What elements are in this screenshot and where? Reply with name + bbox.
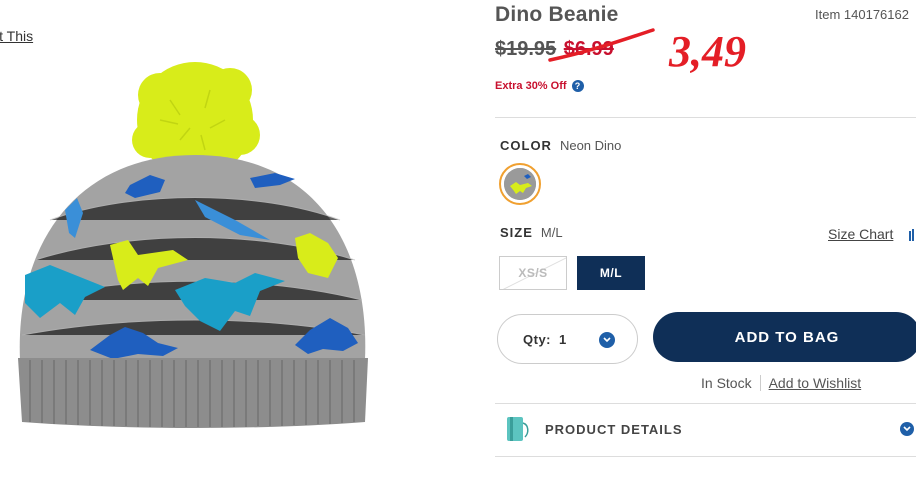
add-to-wishlist-link[interactable]: Add to Wishlist xyxy=(769,375,862,391)
divider xyxy=(495,117,916,118)
size-value: M/L xyxy=(540,225,563,240)
chevron-down-icon xyxy=(599,332,615,348)
size-chart-link[interactable]: Size Chart xyxy=(828,226,893,242)
swatch-image xyxy=(504,168,536,200)
item-number: Item 140176162 xyxy=(815,7,909,22)
swatch-dino-icon xyxy=(504,168,536,200)
promo-text: Extra 30% Off ? xyxy=(495,80,584,92)
product-title: Dino Beanie xyxy=(495,3,619,26)
qty-value: 1 xyxy=(559,331,567,347)
size-option-label: M/L xyxy=(599,266,623,280)
add-to-bag-button[interactable]: ADD TO BAG xyxy=(653,312,916,362)
color-label: COLOR xyxy=(500,138,552,153)
quantity-select[interactable]: Qty: 1 xyxy=(497,314,638,364)
product-details-accordion[interactable]: PRODUCT DETAILS xyxy=(495,404,916,454)
separator xyxy=(759,375,761,391)
size-option-xs-s-unavailable: XS/S xyxy=(499,256,567,290)
sale-price: $6.99 xyxy=(563,38,614,60)
ruler-icon[interactable] xyxy=(909,229,915,241)
promo-label: Extra 30% Off xyxy=(495,80,567,92)
chevron-down-icon xyxy=(900,422,914,436)
price-row: $19.95 $6.99 xyxy=(495,38,614,61)
divider xyxy=(495,456,916,457)
color-value: Neon Dino xyxy=(559,138,622,153)
help-icon[interactable]: ? xyxy=(571,80,584,92)
size-label: SIZE xyxy=(500,225,533,240)
product-details-label: PRODUCT DETAILS xyxy=(545,421,683,437)
qty-label: Qty: xyxy=(523,331,551,347)
size-option-m-l-selected[interactable]: M/L xyxy=(577,256,645,290)
product-details-icon xyxy=(507,417,529,441)
stock-row: In Stock Add to Wishlist xyxy=(701,375,861,391)
color-row: COLOR Neon Dino xyxy=(500,138,621,153)
stock-status: In Stock xyxy=(701,375,752,391)
color-swatch-neon-dino[interactable] xyxy=(499,163,541,205)
zoom-link[interactable]: it This xyxy=(0,28,33,44)
product-image-beanie xyxy=(18,62,368,428)
size-row: SIZE M/L xyxy=(500,225,563,240)
size-option-label: XS/S xyxy=(518,266,548,280)
original-price: $19.95 xyxy=(495,38,557,60)
handwritten-price: 3,49 xyxy=(669,27,746,76)
